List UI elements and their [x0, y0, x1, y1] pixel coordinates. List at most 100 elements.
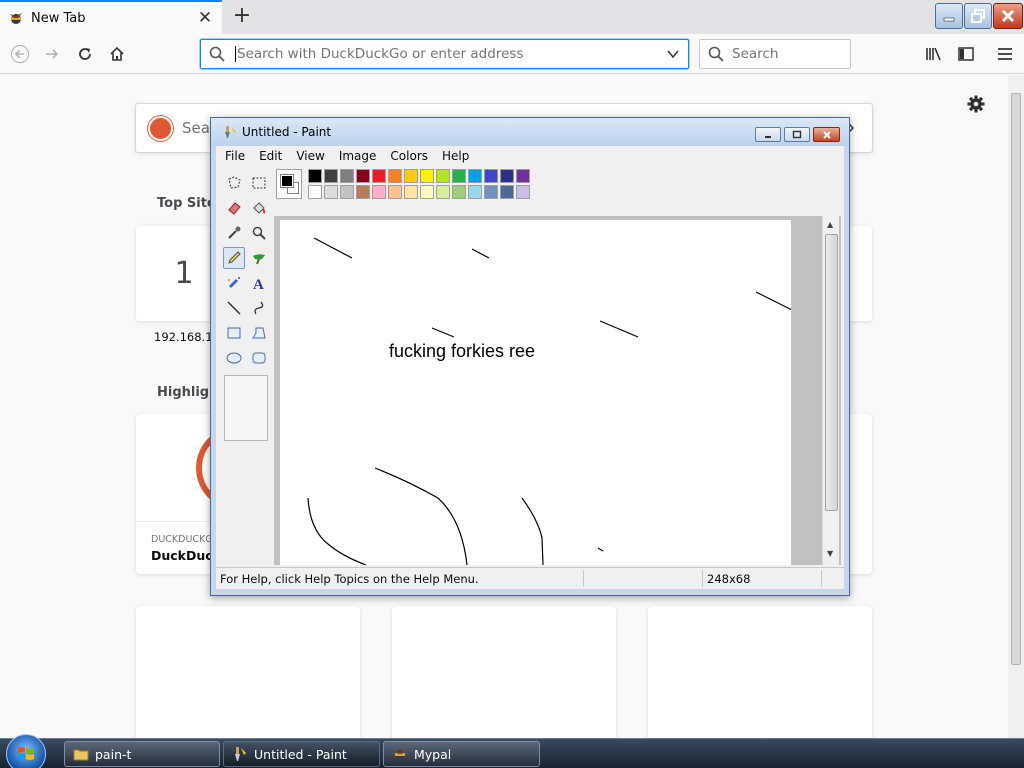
palette-swatch[interactable] [404, 169, 418, 183]
palette-swatch[interactable] [372, 169, 386, 183]
menu-help[interactable]: Help [433, 149, 474, 163]
hamburger-menu-icon [998, 48, 1012, 60]
palette-swatch[interactable] [356, 169, 370, 183]
paint-minimize-button[interactable] [755, 127, 781, 142]
search-icon [209, 46, 225, 62]
palette-swatch[interactable] [388, 169, 402, 183]
canvas-strokes [307, 237, 791, 565]
current-colors [276, 169, 302, 199]
taskbar-item-mypal[interactable]: Mypal [383, 741, 540, 767]
menu-image[interactable]: Image [330, 149, 382, 163]
sidebar-button[interactable] [952, 40, 980, 68]
paint-maximize-button[interactable] [784, 127, 810, 142]
ninja-icon [10, 13, 22, 24]
placeholder-tile [136, 606, 360, 746]
palette-swatch[interactable] [340, 169, 354, 183]
close-window-button[interactable] [993, 3, 1023, 29]
palette-swatch[interactable] [420, 169, 434, 183]
palette-swatch[interactable] [452, 185, 466, 199]
close-tab-icon[interactable]: ✕ [196, 8, 214, 28]
highlight-source: DUCKDUCKG [151, 534, 213, 545]
paint-menubar: File Edit View Image Colors Help [216, 146, 844, 165]
url-bar[interactable]: Search with DuckDuckGo or enter address [200, 39, 689, 69]
palette-swatch[interactable] [372, 185, 386, 199]
pencil-icon[interactable] [223, 247, 245, 269]
text-icon[interactable]: A [248, 272, 270, 294]
paint-close-button[interactable] [813, 127, 840, 142]
forward-button[interactable] [38, 40, 66, 68]
palette-swatch[interactable] [436, 185, 450, 199]
canvas-vertical-scrollbar[interactable]: ▲ ▼ [822, 216, 839, 565]
menu-file[interactable]: File [216, 149, 250, 163]
curve-icon[interactable] [248, 297, 270, 319]
ellipse-icon[interactable] [223, 347, 245, 369]
back-button[interactable] [6, 40, 34, 68]
palette-swatch[interactable] [452, 169, 466, 183]
restore-button[interactable] [964, 3, 992, 29]
free-select-icon[interactable] [223, 172, 245, 194]
palette-swatch[interactable] [308, 185, 322, 199]
search-input[interactable]: Search [732, 46, 778, 62]
svg-text:A: A [253, 277, 264, 291]
palette-swatch[interactable] [388, 185, 402, 199]
palette-swatch[interactable] [500, 169, 514, 183]
airbrush-icon[interactable] [223, 272, 245, 294]
chevron-down-icon[interactable] [666, 47, 680, 61]
palette-swatch[interactable] [516, 185, 530, 199]
rounded-rect-icon[interactable] [248, 347, 270, 369]
palette-swatch[interactable] [340, 185, 354, 199]
home-button[interactable] [103, 40, 131, 68]
palette-swatch[interactable] [484, 169, 498, 183]
url-input[interactable]: Search with DuckDuckGo or enter address [235, 46, 666, 62]
brush-icon[interactable] [248, 247, 270, 269]
palette-swatch[interactable] [468, 185, 482, 199]
minimize-button[interactable] [935, 3, 963, 29]
palette-swatch[interactable] [516, 169, 530, 183]
menu-edit[interactable]: Edit [250, 149, 287, 163]
scroll-down-icon[interactable]: ▼ [827, 549, 833, 558]
search-icon [708, 46, 724, 62]
taskbar-item-folder[interactable]: pain-t [64, 741, 220, 767]
page-scrollbar-thumb[interactable] [1011, 93, 1021, 665]
top-site-number: 1 [174, 256, 194, 291]
paint-icon [235, 747, 246, 761]
palette-swatch[interactable] [324, 169, 338, 183]
page-scrollbar[interactable] [1008, 75, 1024, 738]
rectangle-icon[interactable] [223, 322, 245, 344]
palette-swatch[interactable] [500, 185, 514, 199]
palette-swatch[interactable] [420, 185, 434, 199]
menu-colors[interactable]: Colors [381, 149, 433, 163]
menu-view[interactable]: View [287, 149, 329, 163]
tab-title: New Tab [31, 10, 86, 26]
eraser-icon[interactable] [223, 197, 245, 219]
palette-swatch[interactable] [324, 185, 338, 199]
color-picker-icon[interactable] [223, 222, 245, 244]
canvas-scrollbar-thumb[interactable] [825, 234, 838, 511]
scroll-up-icon[interactable]: ▲ [827, 220, 833, 229]
palette-swatch[interactable] [484, 185, 498, 199]
line-icon[interactable] [223, 297, 245, 319]
search-bar[interactable]: Search [699, 39, 851, 69]
new-tab-button[interactable]: + [228, 2, 256, 30]
start-button[interactable] [6, 734, 46, 768]
tab-new-tab[interactable]: New Tab ✕ [0, 0, 222, 34]
toolbox: A [219, 169, 274, 564]
drawing-canvas[interactable]: fucking forkies ree [280, 220, 791, 565]
paint-titlebar[interactable]: Untitled - Paint [211, 118, 849, 146]
rect-select-icon[interactable] [248, 172, 270, 194]
palette-swatch[interactable] [436, 169, 450, 183]
palette-swatch[interactable] [308, 169, 322, 183]
gear-icon[interactable] [966, 94, 986, 114]
palette-swatch[interactable] [404, 185, 418, 199]
tool-options-box[interactable] [224, 375, 268, 441]
polygon-icon[interactable] [248, 322, 270, 344]
magnifier-icon[interactable] [248, 222, 270, 244]
taskbar-item-paint[interactable]: Untitled - Paint [223, 741, 380, 767]
library-icon [926, 47, 941, 61]
reload-button[interactable] [71, 40, 99, 68]
fill-icon[interactable] [248, 197, 270, 219]
palette-swatch[interactable] [468, 169, 482, 183]
palette-swatch[interactable] [356, 185, 370, 199]
menu-button[interactable] [991, 40, 1019, 68]
library-button[interactable] [920, 40, 948, 68]
